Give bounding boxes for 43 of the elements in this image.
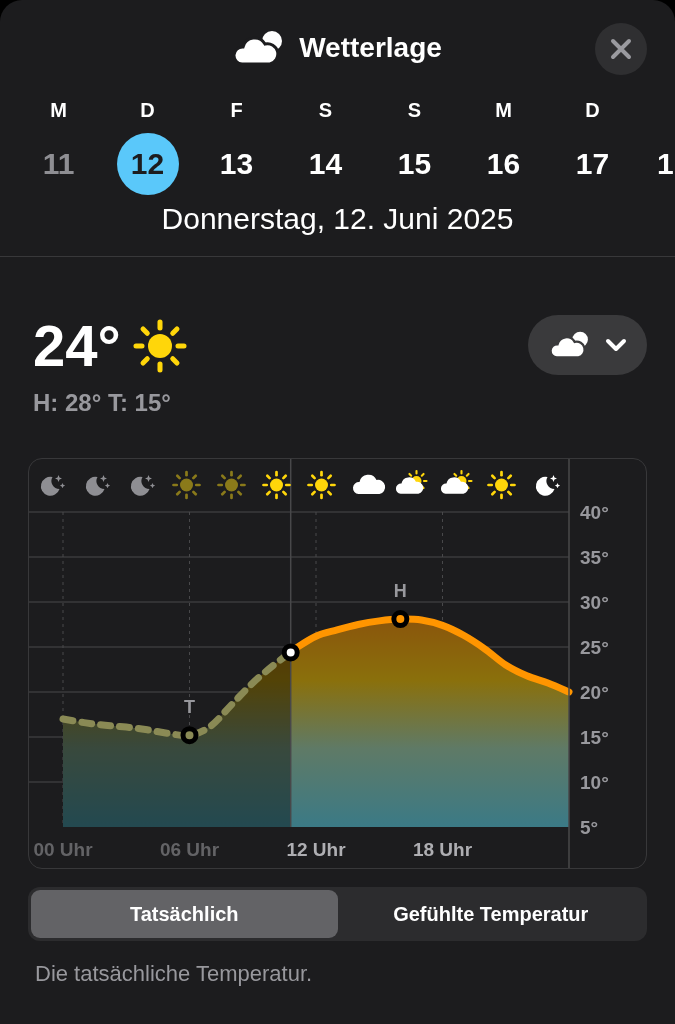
selected-date: Donnerstag, 12. Juni 2025 <box>161 202 514 235</box>
axis-label: 35° <box>580 547 609 568</box>
close-icon <box>610 38 632 60</box>
weekday-label: S <box>407 98 422 122</box>
segment-tab[interactable]: Gefühlte Temperatur <box>337 890 644 938</box>
weekday-label: F <box>230 98 243 122</box>
extreme-marker <box>180 726 199 745</box>
high-low-temperature: H: 28° T: 15° <box>33 389 172 417</box>
day-item[interactable]: 12 <box>116 133 179 195</box>
chevron-down-icon <box>604 338 627 352</box>
close-button[interactable] <box>595 23 647 75</box>
weekday-label: M <box>50 98 67 122</box>
weekday-label: M <box>495 98 512 122</box>
cloud-icon <box>548 331 591 359</box>
day-item[interactable]: 11 <box>27 133 90 195</box>
weekday-label: D <box>585 98 600 122</box>
axis-label: 06 Uhr <box>159 839 220 860</box>
current-time-marker <box>281 643 300 662</box>
current-temperature: 24° <box>33 315 121 377</box>
axis-label: 15° <box>580 727 609 748</box>
axis-label: 5° <box>580 817 599 838</box>
sheet-title: Wetterlage <box>299 32 442 64</box>
axis-label: 12 Uhr <box>286 839 346 860</box>
extreme-label: T <box>184 697 195 718</box>
description-text: Die tatsächliche Temperatur. <box>35 961 314 987</box>
weekday-label: D <box>140 98 155 122</box>
day-item[interactable]: 13 <box>205 133 268 195</box>
axis-label: 20° <box>580 682 609 703</box>
axis-label: 25° <box>580 637 609 658</box>
day-item[interactable]: 17 <box>561 133 624 195</box>
segment-tab[interactable]: Tatsächlich <box>31 890 338 938</box>
day-item[interactable]: 14 <box>294 133 357 195</box>
day-item[interactable]: 16 <box>472 133 535 195</box>
day-item[interactable]: 15 <box>383 133 446 195</box>
axis-label: 40° <box>580 502 609 523</box>
axis-label: 18 Uhr <box>412 839 473 860</box>
axis-label: 10° <box>580 772 609 793</box>
axis-label: 30° <box>580 592 609 613</box>
extreme-marker <box>391 610 410 629</box>
weekday-label: S <box>318 98 333 122</box>
extreme-label: H <box>393 581 407 602</box>
axis-label: 00 Uhr <box>33 839 93 860</box>
day-item[interactable]: 1 <box>657 133 674 195</box>
